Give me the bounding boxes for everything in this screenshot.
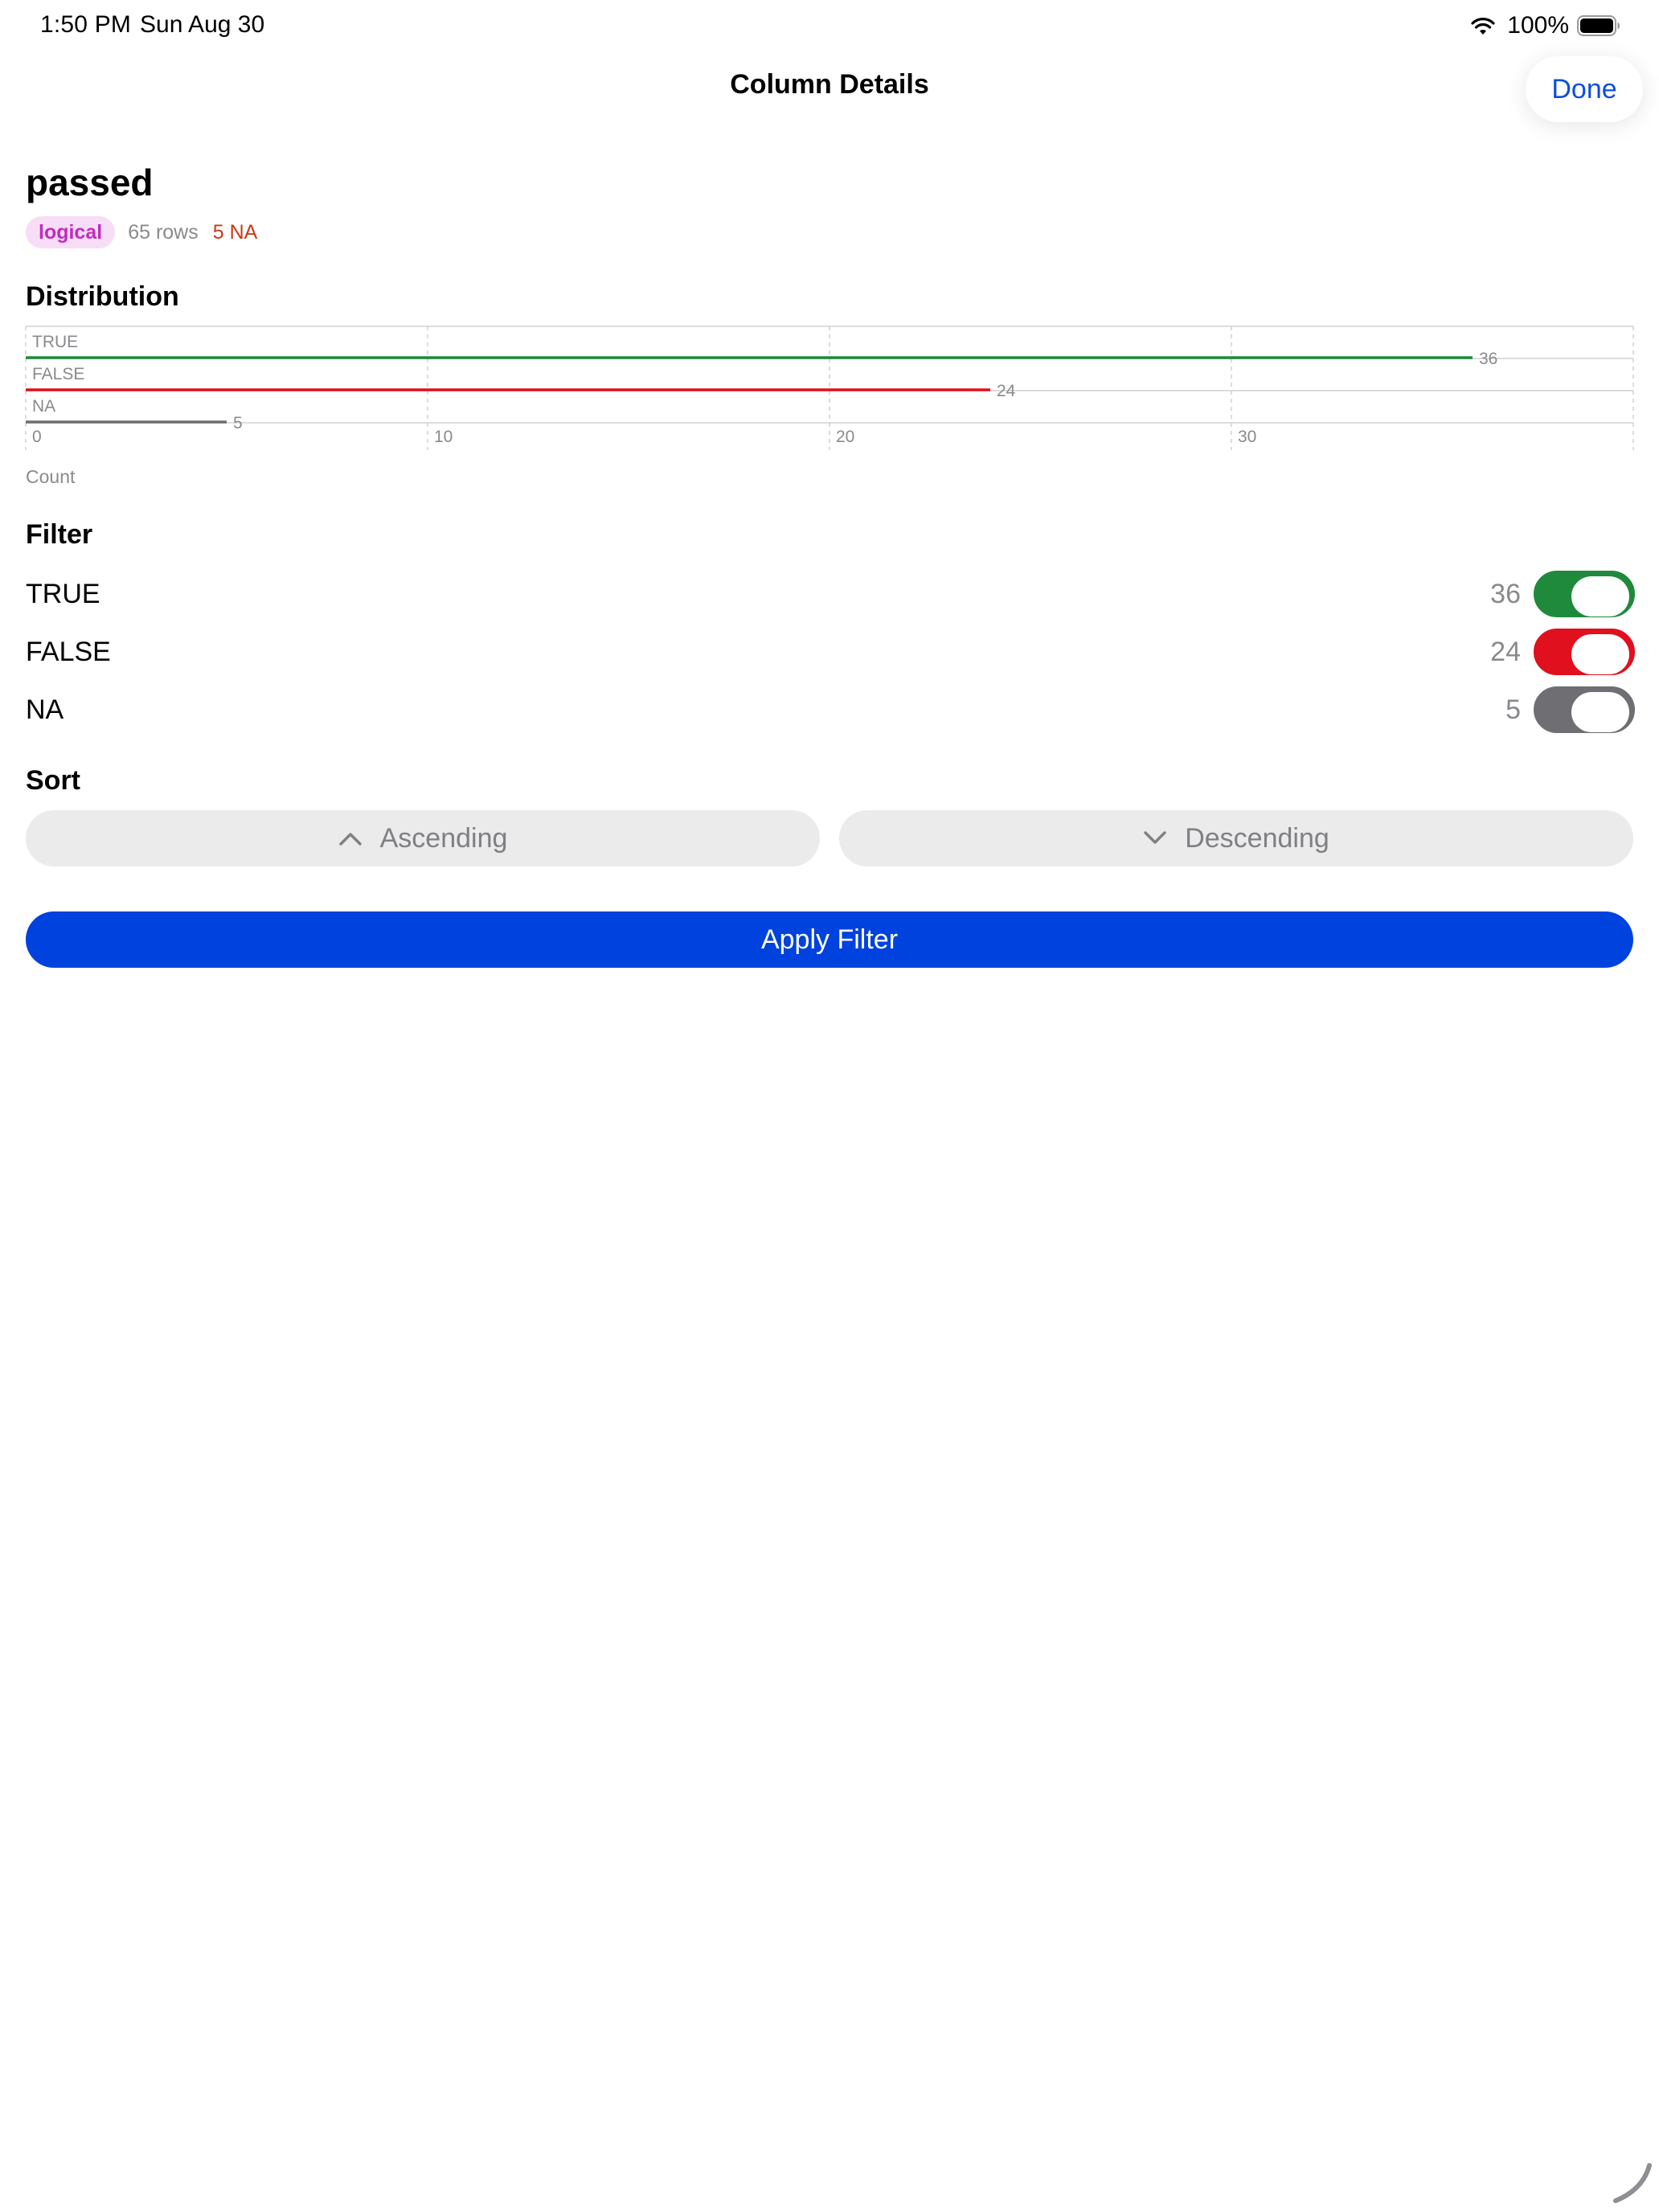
na-count: 5 NA	[212, 220, 258, 244]
type-badge: logical	[26, 216, 116, 248]
toggle-na[interactable]	[1534, 686, 1635, 733]
filter-count: 5	[1505, 694, 1521, 725]
status-bar: 1:50 PM Sun Aug 30 100%	[0, 0, 1659, 51]
filter-count: 24	[1490, 637, 1521, 667]
status-indicators: 100%	[1470, 11, 1620, 40]
sort-descending-button[interactable]: Descending	[839, 810, 1633, 866]
filter-count: 36	[1490, 579, 1521, 609]
filter-label: TRUE	[26, 579, 100, 609]
resize-handle-icon[interactable]	[1611, 2162, 1653, 2204]
filter-row-na: NA 5	[26, 685, 1635, 736]
x-axis-label: Count	[26, 466, 76, 487]
filter-label: FALSE	[26, 637, 111, 667]
toggle-knob	[1571, 692, 1629, 732]
nav-title: Column Details	[730, 69, 929, 100]
sort-ascending-label: Ascending	[379, 822, 508, 854]
battery-percent: 100%	[1507, 12, 1569, 39]
data-label: 24	[997, 382, 1016, 400]
sort-heading: Sort	[26, 765, 80, 796]
distribution-chart-svg: 0 10 20 30 TRUE 36 FALSE 24 NA 5	[25, 326, 1634, 450]
toggle-knob	[1571, 576, 1629, 616]
filter-label: NA	[26, 694, 64, 725]
column-name: passed	[26, 162, 154, 203]
apply-filter-button[interactable]: Apply Filter	[26, 911, 1633, 968]
column-meta: logical 65 rows 5 NA	[26, 215, 257, 249]
data-label: 36	[1479, 350, 1497, 368]
status-date: Sun Aug 30	[140, 11, 265, 38]
filter-heading: Filter	[26, 519, 93, 550]
data-label: 5	[233, 414, 243, 432]
x-tick-label: 30	[1238, 428, 1256, 446]
distribution-heading: Distribution	[26, 281, 179, 312]
done-button[interactable]: Done	[1526, 56, 1643, 122]
wifi-icon	[1471, 18, 1495, 35]
category-label: TRUE	[32, 333, 78, 351]
toggle-true[interactable]	[1534, 571, 1635, 617]
sort-ascending-button[interactable]: Ascending	[26, 810, 820, 866]
toggle-false[interactable]	[1534, 629, 1635, 675]
x-tick-label: 20	[836, 428, 854, 446]
sort-descending-label: Descending	[1185, 822, 1329, 854]
status-time: 1:50 PM	[40, 11, 132, 38]
x-tick-label: 10	[434, 428, 453, 446]
toggle-knob	[1571, 634, 1629, 674]
chevron-up-icon	[338, 833, 362, 846]
column-details-sheet: 1:50 PM Sun Aug 30 100% Column Details D…	[0, 0, 1659, 2212]
x-tick-label: 0	[32, 428, 42, 446]
chevron-down-icon	[1144, 831, 1166, 844]
filter-row-false: FALSE 24	[26, 627, 1635, 678]
distribution-chart: 0 10 20 30 TRUE 36 FALSE 24 NA 5	[0, 322, 1659, 498]
filter-row-true: TRUE 36	[26, 569, 1635, 621]
category-label: FALSE	[32, 365, 84, 383]
category-label: NA	[32, 397, 55, 416]
row-count: 65 rows	[128, 220, 199, 244]
battery-full-icon	[1577, 15, 1620, 36]
